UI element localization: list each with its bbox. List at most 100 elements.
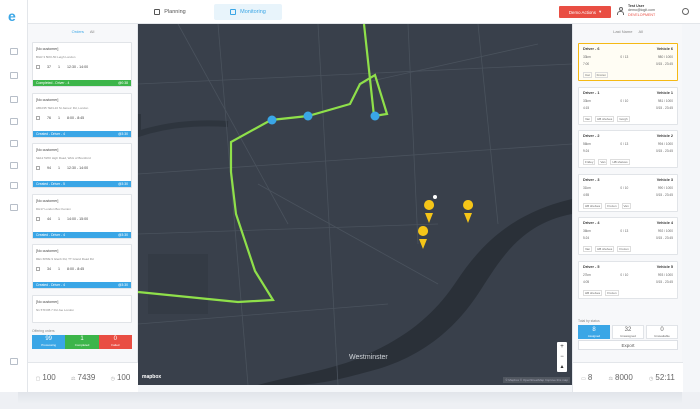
vehicle-metric: 4:55 [583,192,590,197]
order-pin[interactable] [463,200,474,223]
status-value: 8 [592,327,596,333]
zoom-out-button[interactable]: − [560,352,564,362]
map-view[interactable]: Westminster mapbox + − ▴ © Mapbox © Open… [138,24,572,385]
status-unassigned[interactable]: 32 Unassigned [612,325,644,339]
order-time-window: 8:00 - 8:45 [67,115,85,120]
status-assigned[interactable]: 8 Assigned [578,325,610,339]
order-card[interactable]: [No customer] RE1 6PRE 9 Glenb Rd, TT Gra… [32,244,132,289]
route-stop-marker[interactable] [303,111,313,121]
tab-monitoring[interactable]: Monitoring [214,4,282,20]
vehicle-card[interactable]: Driver - 1 Vehicle 1 33km 0 / 10 981 / 1000 4… [578,86,678,125]
tab-planning[interactable]: Planning [136,4,204,20]
checkbox[interactable] [36,216,40,221]
power-icon[interactable] [682,8,689,15]
vehicle-metric: 0 / 10 [620,272,629,277]
vehicle-tag: Fridey [583,159,596,165]
vehicle-name: Vehicle 5 [656,264,673,269]
summary-label: Failed [111,343,120,347]
checkbox[interactable] [36,166,40,170]
vehicle-tag: Gorgh [617,115,630,122]
map-icon[interactable] [10,72,18,79]
vehicle-metric: 0/15 - 23:45 [655,62,673,66]
order-qty: 76 [47,115,51,120]
driver-name: Driver - 2 [583,134,600,138]
order-pin[interactable] [424,200,435,223]
order-qty: 34 [47,267,51,271]
vehicle-name: Vehicle 2 [656,134,673,138]
demo-actions-button[interactable]: Demo Actions ▾ [559,6,611,18]
vehicle-metric: 0/15 - 23:45 [655,149,673,153]
user-icon[interactable] [617,7,624,16]
vehicle-tags: HB shelves Frozen [583,289,619,296]
vehicle-metric: 36km [583,229,591,233]
status-label: Unavailable [654,334,670,338]
order-customer: [No customer] [36,97,59,102]
export-button[interactable]: Export [578,340,678,350]
summary-completed[interactable]: 1 Completed [65,335,99,349]
drivers-icon[interactable] [10,118,18,125]
vehicle-tags: Fridey Van HB shelves [583,159,630,165]
vehicle-card[interactable]: Driver - 6 Vehicle 6 33km 0 / 13 980 / 1000 7… [578,43,678,81]
filter-all-vehicles[interactable]: All [638,29,642,34]
vehicle-row: 7:00 0/15 - 23:45 [583,62,673,66]
status-label: Assigned [587,334,601,338]
map-canvas [138,24,572,385]
order-card[interactable]: [No customer] DH17 London Box Kenton 44 1 14… [32,193,132,239]
stat-percent-value: 100 [116,373,131,382]
vehicle-metric: 4:05 [583,279,590,284]
vehicle-row: 9:24 0/15 - 23:45 [583,149,673,153]
stat-vehicles-value: 8 [587,373,593,382]
grid-icon [154,9,161,15]
vehicle-tags: HB shelves Frozen Van [583,202,631,209]
compass-icon[interactable]: ▴ [560,362,563,372]
vehicles-icon[interactable] [10,96,18,103]
sort-last-name[interactable]: Last Name [613,29,632,34]
vehicle-card[interactable]: Driver - 3 Vehicle 3 31km 0 / 10 990 / 1000 4… [578,173,678,212]
settings-icon[interactable] [10,358,18,365]
tab-all-orders[interactable]: All [90,29,94,34]
order-address: AB1035 7EFL10 St James' Rd, London [36,105,89,110]
route-stop-marker[interactable] [370,111,380,121]
top-bar: Planning Monitoring Demo Actions ▾ Test … [28,0,700,24]
status-unavailable[interactable]: 0 Unavailable [646,325,678,339]
order-pin[interactable] [418,226,429,249]
route-stop-marker[interactable] [267,115,277,125]
vehicle-tag: Van [621,202,631,209]
tab-orders[interactable]: Orders [72,29,84,34]
stat-orders-value: 100 [42,373,56,382]
orders-icon[interactable] [10,48,18,55]
summary-processing[interactable]: 99 Processing [32,335,66,349]
orders-panel: Orders All [No customer] BGR 3 5RO-50 Lei… [28,24,138,392]
driver-name: Driver - 1 [583,90,600,95]
vehicle-tag: Frozen [594,72,609,78]
checkbox[interactable] [36,267,40,271]
order-card[interactable]: [No customer] SE12 5WO High Road, Wick of… [32,143,132,188]
map-attribution[interactable]: © Mapbox © OpenStreetMap Improve this ma… [503,377,570,383]
order-card[interactable]: [No customer] N1 5TFOB 7 Rd Joe London [32,294,132,323]
summary-label: Completed [74,343,90,347]
list-icon[interactable] [10,140,18,147]
vehicle-card[interactable]: Driver - 5 Vehicle 5 27km 0 / 10 993 / 1000 4… [578,260,678,299]
zoom-in-button[interactable]: + [560,342,564,352]
vehicle-card[interactable]: Driver - 4 Vehicle 4 36km 0 / 13 992 / 1000 5… [578,217,678,255]
order-stops: 1 [58,65,60,69]
summary-failed[interactable]: 0 Failed [98,335,132,349]
vehicle-metric: 0/15 - 23:45 [655,105,673,110]
vehicles-tabs: Last Name All [573,24,683,38]
checkbox[interactable] [36,65,40,69]
vehicle-row: 31km 0 / 10 990 / 1000 [583,186,673,190]
chart-icon[interactable] [10,162,18,169]
vehicle-card[interactable]: Driver - 2 Vehicle 2 56km 0 / 13 994 / 1000 9… [578,130,678,168]
vehicle-header: Driver - 3 Vehicle 3 [583,178,673,182]
calendar-icon[interactable] [10,204,18,211]
order-address: RE1 6PRE 9 Glenb Rd, TT Grand Road Rd [36,257,94,261]
orders-summary: Offering orders 99 Processing 1 Completed 0 F… [32,329,132,359]
order-card[interactable]: [No customer] AB1035 7EFL10 St James' Rd,… [32,92,132,138]
order-status-bar: Created - Driver - 5 @3:30 [33,181,131,187]
order-time-window: 12:30 - 14:00 [67,65,89,69]
vehicle-metric: 7:00 [583,62,590,66]
vehicle-metric: 5:24 [583,236,590,240]
order-card[interactable]: [No customer] BGR 3 5RO-50 Leigh London 37… [32,42,132,87]
checkbox[interactable] [36,115,40,120]
tag-icon[interactable] [10,182,18,189]
